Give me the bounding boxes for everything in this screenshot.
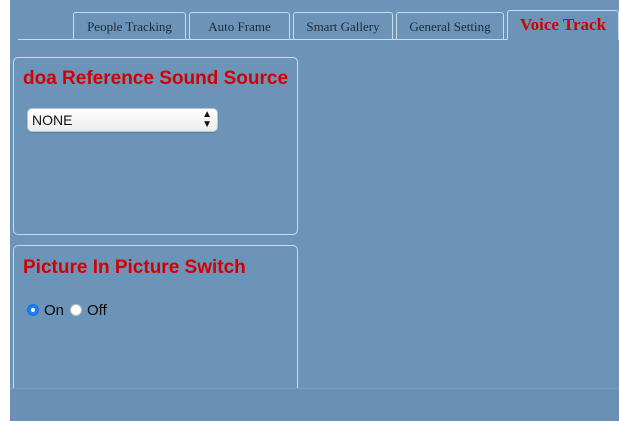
voice-track-settings-page: People Tracking Auto Frame Smart Gallery… <box>10 0 619 421</box>
pip-radio-group: On Off <box>27 301 113 319</box>
bottom-band <box>10 388 619 421</box>
pip-off-radio[interactable] <box>70 304 83 316</box>
tab-general-setting[interactable]: General Setting <box>396 12 504 39</box>
select-updown-arrows-icon: ▲ ▼ <box>202 109 212 130</box>
pip-on-radio[interactable] <box>27 304 39 316</box>
doa-panel-title: doa Reference Sound Source <box>23 68 289 89</box>
pip-panel-title: Picture In Picture Switch <box>23 257 246 278</box>
doa-source-select[interactable]: NONE ▲ ▼ <box>27 108 218 132</box>
doa-reference-panel: doa Reference Sound Source NONE ▲ ▼ <box>13 57 298 235</box>
tab-bar: People Tracking Auto Frame Smart Gallery… <box>10 0 619 40</box>
tab-people-tracking[interactable]: People Tracking <box>73 12 186 39</box>
tab-smart-gallery[interactable]: Smart Gallery <box>293 12 393 39</box>
tab-voice-track[interactable]: Voice Track <box>507 10 619 40</box>
tab-auto-frame[interactable]: Auto Frame <box>189 12 290 39</box>
pip-off-label[interactable]: Off <box>87 302 107 319</box>
pip-on-label[interactable]: On <box>44 302 64 319</box>
doa-source-select-value: NONE <box>32 112 73 128</box>
